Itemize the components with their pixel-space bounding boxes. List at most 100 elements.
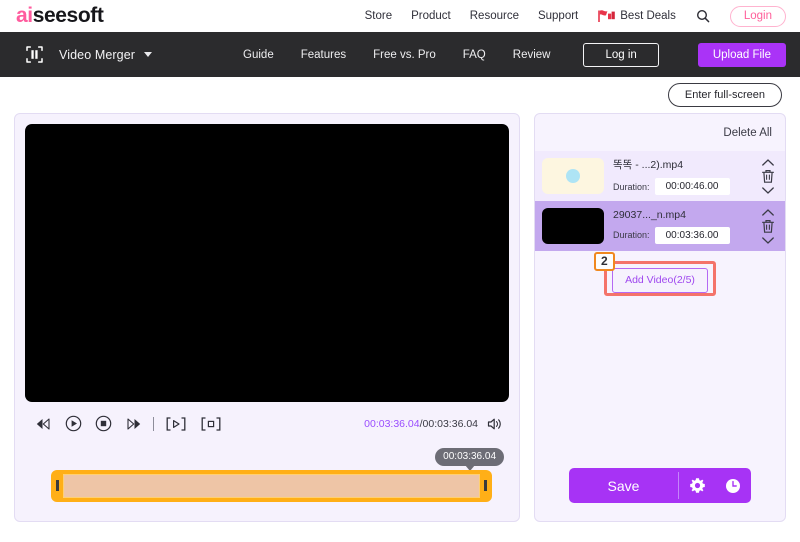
save-button[interactable]: Save [569, 468, 678, 503]
delete-button[interactable] [761, 169, 775, 184]
table-row[interactable]: 똑똑 - ...2).mp4 Duration: [535, 151, 785, 201]
clock-icon [726, 478, 740, 493]
app-bar: Video Merger Guide Features Free vs. Pro… [0, 32, 800, 77]
move-down-button[interactable] [761, 186, 775, 195]
appnav-review[interactable]: Review [513, 49, 551, 61]
aiseesoft-logo[interactable]: ai seesoft [16, 4, 104, 28]
appnav-free-vs-pro[interactable]: Free vs. Pro [373, 49, 436, 61]
thumbnail-dot-icon [566, 169, 580, 183]
duration-label: Duration: [613, 230, 650, 240]
chevron-up-icon [762, 208, 774, 216]
row-tools [757, 158, 779, 195]
stage: Enter full-screen 00:03:36.04 / 00:03:36… [0, 77, 800, 542]
timeline-tooltip: 00:03:36.04 [435, 447, 504, 471]
set-end-point-button[interactable] [200, 416, 222, 432]
video-thumbnail[interactable] [542, 208, 604, 244]
move-down-button[interactable] [761, 236, 775, 245]
timeline: 00:03:36.04 [25, 446, 509, 521]
deals-flag-icon [597, 9, 617, 23]
search-icon [696, 9, 710, 23]
history-button[interactable] [715, 468, 751, 503]
trash-icon [762, 219, 774, 233]
video-thumbnail[interactable] [542, 158, 604, 194]
duration-input[interactable] [654, 226, 730, 244]
save-group: Save [569, 468, 751, 503]
bracket-play-icon [166, 417, 186, 431]
brandnav-support[interactable]: Support [538, 10, 578, 22]
brandnav-product[interactable]: Product [411, 10, 451, 22]
video-meta: 똑똑 - ...2).mp4 Duration: [613, 157, 757, 195]
login-button-top[interactable]: Login [729, 5, 786, 27]
logo-ai: ai [16, 4, 33, 27]
set-start-point-button[interactable] [165, 416, 187, 432]
volume-icon [487, 418, 501, 430]
add-video-wrap: 2 Add Video(2/5) [594, 252, 716, 296]
brandnav-resource[interactable]: Resource [470, 10, 519, 22]
video-list-panel: Delete All 똑똑 - ...2).mp4 Duration: 00:0… [534, 113, 786, 522]
video-filename: 29037..._n.mp4 [613, 208, 686, 221]
app-title: Video Merger [59, 47, 136, 62]
delete-button[interactable] [761, 219, 775, 234]
appnav-features[interactable]: Features [301, 49, 346, 61]
trim-handle-right[interactable] [484, 480, 487, 492]
trim-track[interactable] [51, 469, 492, 502]
video-merger-icon[interactable] [26, 46, 43, 63]
brand-bar: ai seesoft Store Product Resource Support… [0, 0, 800, 32]
video-preview[interactable] [25, 124, 509, 402]
bracket-stop-icon [201, 417, 221, 431]
video-meta: 29037..._n.mp4 Duration: [613, 209, 757, 244]
search-button[interactable] [695, 9, 711, 23]
brandnav-best-deals[interactable]: Best Deals [597, 9, 676, 23]
controls-divider [153, 416, 154, 431]
gear-icon [689, 478, 705, 493]
delete-all-button[interactable]: Delete All [723, 127, 772, 139]
trim-handle-left[interactable] [56, 480, 59, 492]
stop-button[interactable] [95, 415, 112, 432]
app-nav: Guide Features Free vs. Pro FAQ Review L… [243, 42, 786, 67]
appnav-guide[interactable]: Guide [243, 49, 274, 61]
video-filename: 똑똑 - ...2).mp4 [613, 159, 684, 171]
brand-nav: Store Product Resource Support Best Deal… [365, 5, 786, 27]
chevron-down-icon[interactable] [144, 52, 153, 57]
panels: 00:03:36.04 / 00:03:36.04 00:03:36.04 De… [14, 113, 786, 522]
duration-row: Duration: [613, 226, 757, 244]
upload-file-button[interactable]: Upload File [697, 42, 786, 67]
trim-range[interactable] [63, 473, 480, 498]
rewind-button[interactable] [35, 417, 52, 431]
stop-circle-icon [95, 416, 112, 432]
chevron-down-icon [762, 236, 774, 244]
rewind-icon [36, 418, 50, 430]
move-up-button[interactable] [761, 158, 775, 167]
enter-full-screen-button[interactable]: Enter full-screen [667, 83, 782, 107]
deals-label: Best Deals [620, 10, 676, 22]
volume-button[interactable] [487, 417, 503, 431]
player-panel: 00:03:36.04 / 00:03:36.04 00:03:36.04 [14, 113, 520, 522]
chevron-down-icon [762, 186, 774, 194]
appnav-faq[interactable]: FAQ [463, 49, 486, 61]
settings-button[interactable] [679, 468, 715, 503]
table-row[interactable]: 29037..._n.mp4 Duration: [535, 201, 785, 251]
current-time: 00:03:36.04 [364, 417, 420, 430]
brandnav-store[interactable]: Store [365, 10, 393, 22]
chevron-up-icon [762, 158, 774, 166]
time-display: 00:03:36.04 / 00:03:36.04 [364, 417, 503, 431]
total-time: 00:03:36.04 [422, 417, 478, 430]
duration-row: Duration: [613, 178, 757, 195]
duration-input[interactable] [654, 178, 730, 195]
add-video-button[interactable]: Add Video(2/5) [612, 268, 708, 293]
step-badge: 2 [594, 252, 615, 271]
duration-label: Duration: [613, 181, 650, 192]
fast-forward-icon [127, 418, 141, 430]
play-button[interactable] [65, 415, 82, 432]
trash-icon [762, 169, 774, 183]
player-controls: 00:03:36.04 / 00:03:36.04 [25, 402, 509, 446]
row-tools [757, 208, 779, 245]
fast-forward-button[interactable] [125, 417, 142, 431]
fullscreen-row: Enter full-screen [14, 77, 786, 113]
log-in-button[interactable]: Log in [583, 42, 659, 67]
logo-seesoft: seesoft [32, 4, 104, 27]
save-row: Save [535, 468, 785, 521]
move-up-button[interactable] [761, 208, 775, 217]
delete-all-row: Delete All [535, 114, 785, 151]
play-circle-icon [65, 416, 82, 432]
